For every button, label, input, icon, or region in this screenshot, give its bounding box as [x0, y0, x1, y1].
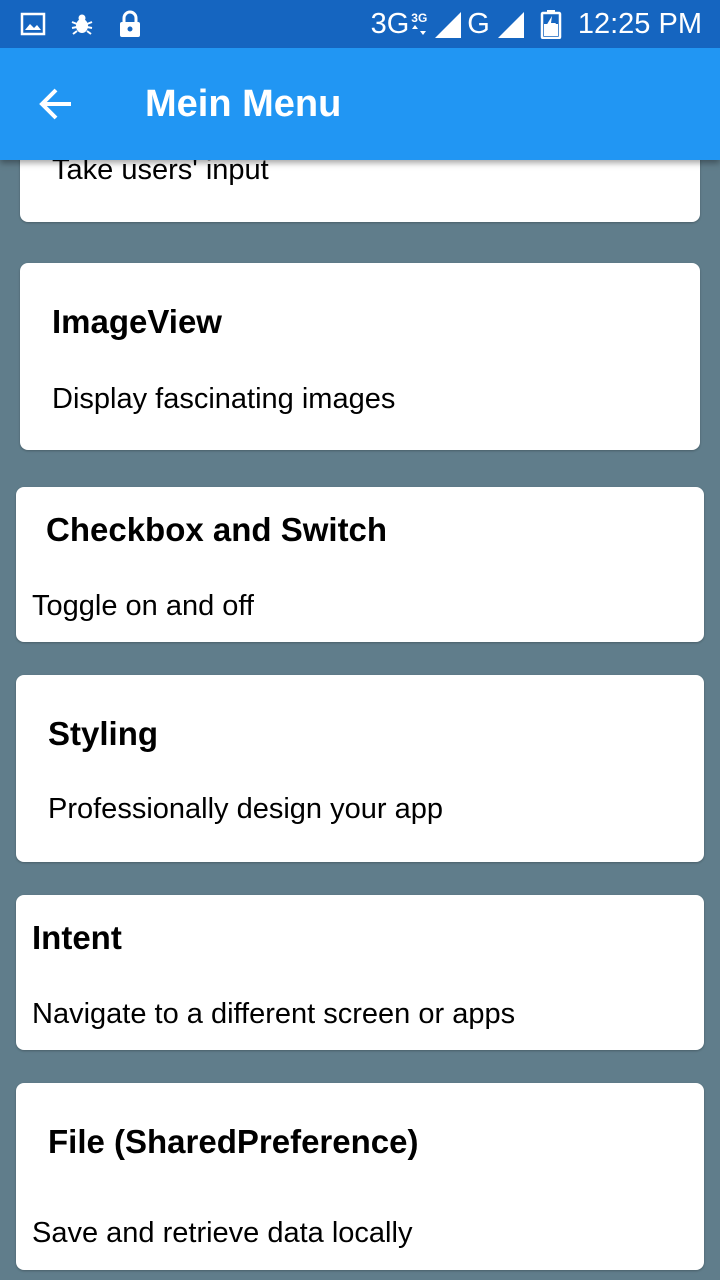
menu-card-checkbox-switch[interactable]: Checkbox and Switch Toggle on and off: [16, 487, 704, 642]
card-description: Navigate to a different screen or apps: [32, 998, 516, 1030]
app-bar: Mein Menu: [0, 48, 720, 160]
card-title: File (SharedPreference): [48, 1123, 419, 1160]
network-data-indicator: 3G: [411, 12, 427, 36]
card-description: Toggle on and off: [32, 590, 254, 622]
card-description: Display fascinating images: [52, 383, 396, 415]
battery-charging-icon: [540, 10, 562, 39]
network-type-label: 3G: [370, 8, 410, 40]
status-time: 12:25 PM: [577, 8, 702, 40]
page-title: Mein Menu: [145, 83, 342, 125]
card-title: Checkbox and Switch: [46, 511, 388, 548]
menu-card-intent[interactable]: Intent Navigate to a different screen or…: [16, 895, 704, 1050]
menu-card-shared-preference[interactable]: File (SharedPreference) Save and retriev…: [16, 1083, 704, 1270]
arrow-left-icon: [39, 88, 71, 120]
lock-icon: [120, 10, 140, 37]
menu-card-styling[interactable]: Styling Professionally design your app: [16, 675, 704, 862]
status-bar-right: 3G 3G G 12:25 PM: [371, 0, 702, 48]
status-bar-left: [20, 0, 142, 48]
card-title: ImageView: [52, 303, 222, 340]
card-description: Save and retrieve data locally: [32, 1217, 413, 1249]
data-arrows-icon: [412, 25, 427, 35]
network-type-small: 3G: [411, 11, 428, 25]
menu-card-imageview[interactable]: ImageView Display fascinating images: [20, 263, 700, 450]
back-button[interactable]: [28, 76, 84, 132]
image-icon: [20, 12, 46, 36]
card-title: Styling: [48, 715, 159, 752]
card-title: Intent: [32, 919, 122, 956]
network-g-label: G: [467, 8, 490, 40]
status-bar: 3G 3G G 12:25 PM: [0, 0, 720, 48]
signal-icon: [435, 12, 462, 38]
signal-icon-secondary: [497, 12, 524, 38]
bug-icon: [71, 14, 93, 35]
card-description: Professionally design your app: [48, 793, 443, 825]
